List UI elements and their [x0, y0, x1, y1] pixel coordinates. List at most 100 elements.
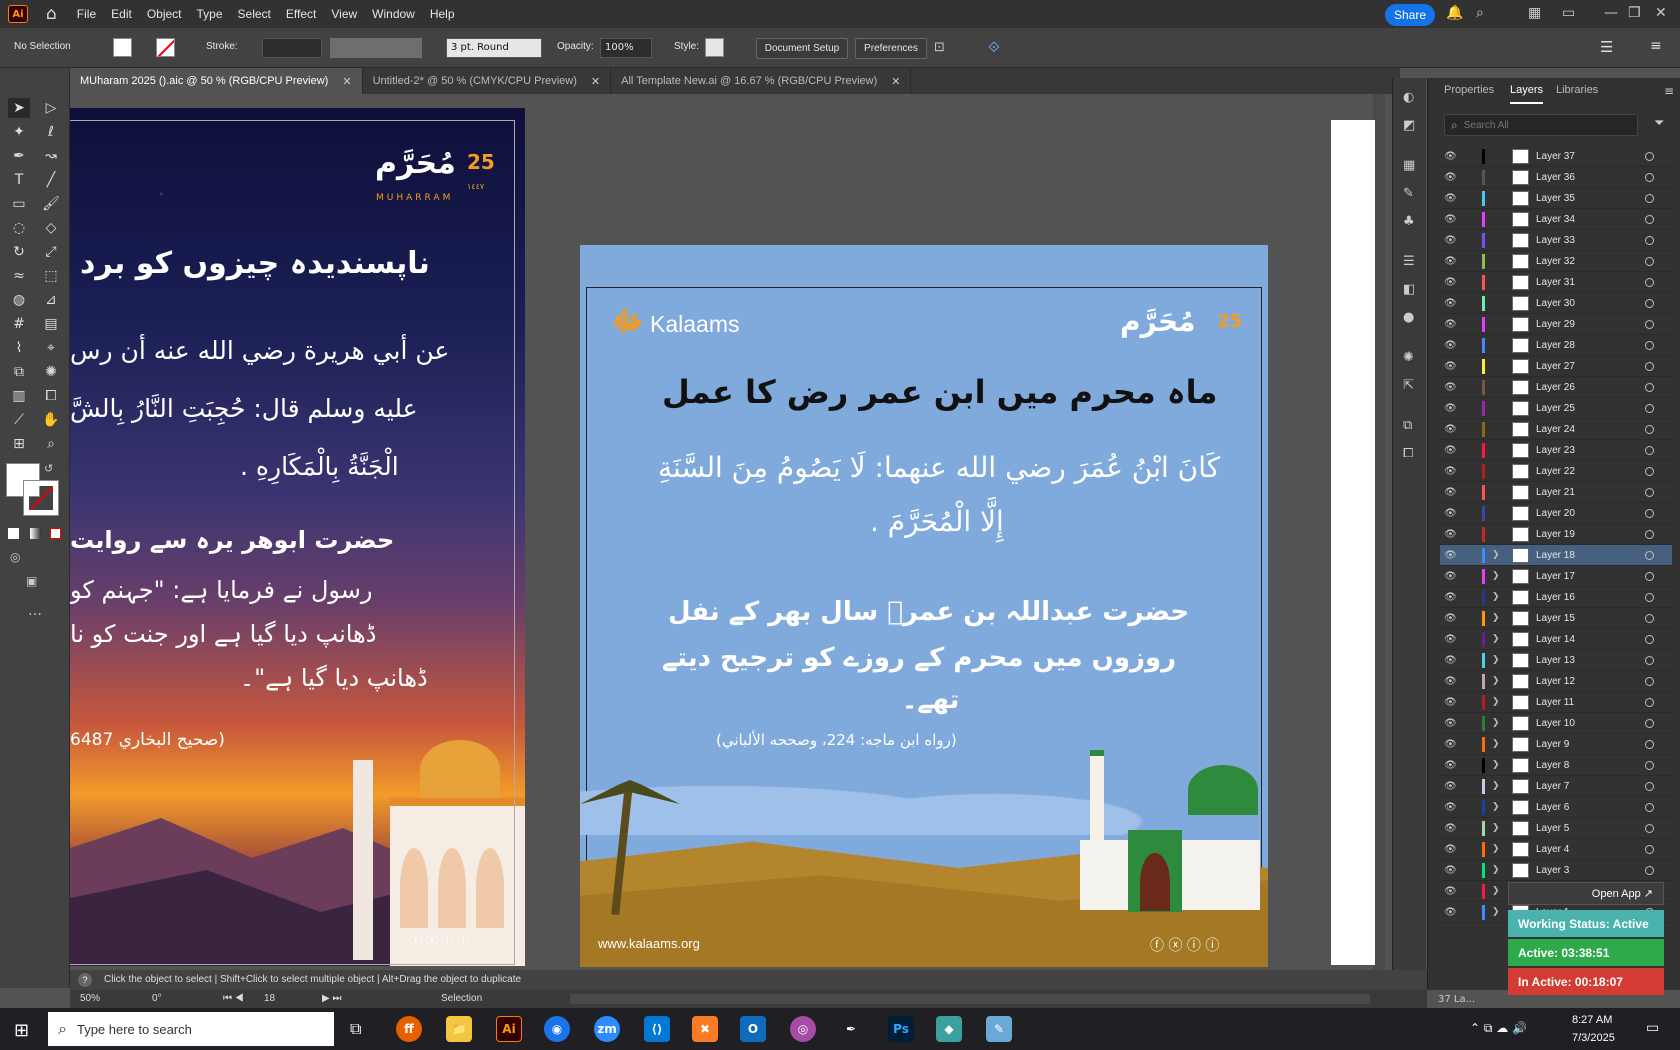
target-icon[interactable] [1645, 466, 1654, 476]
eye-icon[interactable]: 👁 [1444, 571, 1457, 582]
target-icon[interactable] [1645, 403, 1654, 413]
expand-arrow-icon[interactable]: ❯ [1492, 592, 1500, 602]
layer-row[interactable]: 👁 Layer 29 [1440, 314, 1672, 335]
expand-arrow-icon[interactable]: ❯ [1492, 550, 1500, 560]
eye-icon[interactable]: 👁 [1444, 277, 1457, 288]
eye-icon[interactable]: 👁 [1444, 382, 1457, 393]
eye-icon[interactable]: 👁 [1444, 886, 1457, 897]
draw-mode-icon[interactable]: ◎ [10, 550, 20, 564]
zoom-app-icon[interactable]: zm [594, 1016, 620, 1042]
layer-row[interactable]: 👁 ❯ Layer 6 [1440, 797, 1672, 818]
layer-row[interactable]: 👁 Layer 19 [1440, 524, 1672, 545]
target-icon[interactable] [1645, 571, 1654, 581]
style-swatch[interactable] [705, 38, 724, 57]
pen-tool-icon[interactable]: ✒ [8, 146, 30, 166]
expand-arrow-icon[interactable]: ❯ [1492, 907, 1500, 917]
gradient-mode-icon[interactable] [30, 528, 41, 539]
eye-icon[interactable]: 👁 [1444, 655, 1457, 666]
shaper-tool-icon[interactable]: ◌ [8, 218, 30, 238]
first-artboard-icon[interactable]: ⏮ ◀ [223, 993, 244, 1004]
transparency-panel-icon[interactable]: ◧ [1403, 282, 1415, 297]
selection-tool-icon[interactable]: ➤ [8, 98, 30, 118]
layer-row[interactable]: 👁 Layer 35 [1440, 188, 1672, 209]
hand-tool-icon[interactable]: ✋ [40, 410, 62, 430]
target-icon[interactable] [1645, 718, 1654, 728]
layer-row[interactable]: 👁 ❯ Layer 18 [1440, 545, 1672, 566]
menu-object[interactable]: Object [147, 7, 182, 21]
target-icon[interactable] [1645, 844, 1654, 854]
target-icon[interactable] [1645, 655, 1654, 665]
target-icon[interactable] [1645, 256, 1654, 266]
measure-tool-icon[interactable]: ⌖ [40, 338, 62, 358]
expand-arrow-icon[interactable]: ❯ [1492, 739, 1500, 749]
layer-row[interactable]: 👁 Layer 23 [1440, 440, 1672, 461]
layers-search-input[interactable] [1463, 119, 1614, 131]
blend-tool-icon[interactable]: ⧉ [8, 362, 30, 382]
eye-icon[interactable]: 👁 [1444, 319, 1457, 330]
target-icon[interactable] [1645, 340, 1654, 350]
zoom-tool-icon[interactable]: ⌕ [40, 434, 62, 454]
open-app-button[interactable]: Open App ↗ [1508, 882, 1664, 905]
layer-row[interactable]: 👁 Layer 21 [1440, 482, 1672, 503]
arrange-icon[interactable]: ▭ [1562, 5, 1575, 21]
magic-wand-tool-icon[interactable]: ✦ [8, 122, 30, 142]
tab-all-template[interactable]: All Template New.ai @ 16.67 % (RGB/CPU P… [611, 68, 912, 94]
horizontal-scrollbar[interactable] [570, 994, 1370, 1004]
menu-file[interactable]: File [77, 7, 96, 21]
eye-icon[interactable]: 👁 [1444, 466, 1457, 477]
eye-icon[interactable]: 👁 [1444, 823, 1457, 834]
layer-row[interactable]: 👁 Layer 30 [1440, 293, 1672, 314]
eye-icon[interactable]: 👁 [1444, 613, 1457, 624]
eye-icon[interactable]: 👁 [1444, 781, 1457, 792]
vscode-icon[interactable]: ⟨⟩ [644, 1016, 670, 1042]
perspective-grid-tool-icon[interactable]: ⊿ [40, 290, 62, 310]
stroke-weight-input[interactable] [262, 38, 322, 58]
eye-icon[interactable]: 👁 [1444, 256, 1457, 267]
eye-icon[interactable]: 👁 [1444, 844, 1457, 855]
artboard-number[interactable]: 18 [264, 993, 275, 1004]
layer-row[interactable]: 👁 Layer 26 [1440, 377, 1672, 398]
layer-row[interactable]: 👁 ❯ Layer 10 [1440, 713, 1672, 734]
menu-view[interactable]: View [331, 7, 357, 21]
symbols-panel-icon[interactable]: ♣ [1403, 214, 1415, 229]
eye-icon[interactable]: 👁 [1444, 214, 1457, 225]
menu-edit[interactable]: Edit [111, 7, 132, 21]
taskbar-search[interactable]: ⌕ Type here to search [48, 1012, 334, 1046]
none-mode-icon[interactable] [50, 528, 61, 539]
task-view-icon[interactable]: ⧉ [350, 1019, 361, 1039]
panel-menu-icon[interactable]: ≡ [1650, 38, 1662, 54]
properties-toggle-icon[interactable]: ☰ [1600, 38, 1613, 56]
target-icon[interactable] [1645, 823, 1654, 833]
brush-dropdown[interactable]: 3 pt. Round [446, 38, 542, 58]
eye-icon[interactable]: 👁 [1444, 529, 1457, 540]
eraser-tool-icon[interactable]: ◇ [40, 218, 62, 238]
expand-arrow-icon[interactable]: ❯ [1492, 718, 1500, 728]
creative-cloud-icon[interactable]: ◎ [790, 1016, 816, 1042]
layer-row[interactable]: 👁 ❯ Layer 8 [1440, 755, 1672, 776]
opacity-input[interactable]: 100% [600, 38, 652, 58]
target-icon[interactable] [1645, 592, 1654, 602]
eye-icon[interactable]: 👁 [1444, 361, 1457, 372]
eye-icon[interactable]: 👁 [1444, 424, 1457, 435]
export-panel-icon[interactable]: ⇱ [1403, 378, 1414, 393]
layer-row[interactable]: 👁 Layer 24 [1440, 419, 1672, 440]
layer-row[interactable]: 👁 ❯ Layer 5 [1440, 818, 1672, 839]
rectangle-tool-icon[interactable]: ▭ [8, 194, 30, 214]
tab-muharam[interactable]: MUharam 2025 ().aic @ 50 % (RGB/CPU Prev… [70, 68, 363, 94]
layer-row[interactable]: 👁 ❯ Layer 12 [1440, 671, 1672, 692]
rotation-angle[interactable]: 0° [152, 993, 162, 1004]
color-panel-icon[interactable]: ◐ [1403, 90, 1414, 105]
free-transform-tool-icon[interactable]: ⬚ [40, 266, 62, 286]
tab-properties[interactable]: Properties [1444, 84, 1494, 96]
artboard-tool-icon[interactable]: ⧠ [40, 386, 62, 406]
app-icon[interactable]: ◆ [936, 1016, 962, 1042]
close-icon[interactable]: ✕ [591, 75, 600, 88]
expand-arrow-icon[interactable]: ❯ [1492, 865, 1500, 875]
more-tools-icon[interactable]: … [28, 603, 42, 619]
width-tool-icon[interactable]: ≈ [8, 266, 30, 286]
slice-tool-icon[interactable]: ⟋ [8, 410, 30, 430]
eye-icon[interactable]: 👁 [1444, 697, 1457, 708]
home-icon[interactable]: ⌂ [46, 4, 57, 24]
windows-start-icon[interactable]: ⊞ [14, 1020, 29, 1041]
tab-layers[interactable]: Layers [1510, 84, 1544, 104]
